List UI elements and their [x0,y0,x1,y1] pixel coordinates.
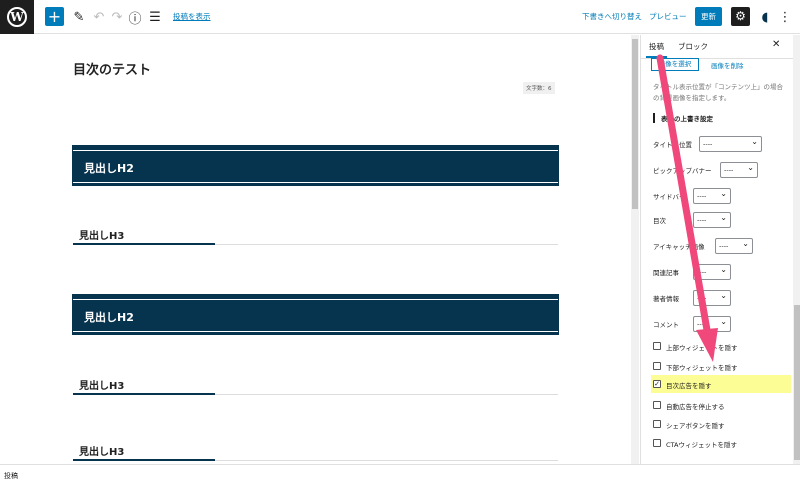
related-posts-select[interactable]: ---- [693,263,731,280]
tab-post[interactable]: 投稿 [646,41,667,58]
list-view-icon[interactable]: ☰ [146,8,164,26]
breadcrumb[interactable]: 投稿 [4,471,18,481]
sidebar-tabs: 投稿 ブロック ✕ [641,35,793,59]
checkmark-icon[interactable]: ✓ [653,380,661,388]
plugin-icon[interactable]: ◖ [756,8,774,26]
toc-select[interactable]: ---- [693,211,731,228]
checkbox-icon[interactable] [653,420,661,428]
heading-text: 見出しH3 [79,231,125,242]
word-count-badge: 文字数：6 [523,82,555,94]
heading-h2-block[interactable]: 見出しH2 [72,145,559,186]
checkbox-icon[interactable] [653,401,661,409]
sidebar-select[interactable]: ---- [693,187,731,204]
preview-button[interactable]: プレビュー [649,11,687,22]
sidebar-scrollbar[interactable] [793,35,800,464]
redo-icon[interactable]: ↷ [108,8,126,26]
heading-text: 見出しH3 [79,447,125,458]
heading-h3-block[interactable]: 見出しH3 [73,225,558,245]
title-position-select[interactable]: ---- [699,135,762,152]
checkbox-hide-bottom-widget[interactable]: 下部ウィジェットを隠す [653,360,793,374]
checkbox-stop-auto-ads[interactable]: 自動広告を停止する [653,399,793,413]
checkbox-icon[interactable] [653,342,661,350]
heading-text: 見出しH2 [84,162,134,175]
editor-canvas: 目次のテスト 文字数：6 見出しH2 見出しH3 見出しH2 見出しH3 見出し… [0,35,631,464]
comment-select[interactable]: ---- [693,315,731,332]
more-options-icon[interactable]: ⋮ [776,8,794,26]
tab-block[interactable]: ブロック [678,41,708,52]
checkbox-hide-share[interactable]: シェアボタンを隠す [653,418,793,432]
close-icon[interactable]: ✕ [772,39,780,50]
delete-image-button[interactable]: 画像を削除 [711,60,744,70]
heading-text: 見出しH2 [84,311,134,324]
status-footer: 投稿 [0,464,800,486]
wordpress-logo-icon[interactable]: W [0,0,34,34]
help-text: タイトル表示位置が「コンテンツ上」の場合の背景画像を指定します。 [653,83,783,102]
checkbox-hide-top-widget[interactable]: 上部ウィジェットを隠す [653,340,793,354]
checkbox-hide-cta[interactable]: CTAウィジェットを隠す [653,437,793,451]
block-editor: W + ✎ ↶ ↷ ⓘ ☰ 投稿を表示 下書きへ切り替え プレビュー 更新 ⚙ … [0,0,800,486]
eyecatch-select[interactable]: ---- [715,237,753,254]
checkbox-icon[interactable] [653,362,661,370]
view-post-link[interactable]: 投稿を表示 [173,11,211,22]
pencil-icon[interactable]: ✎ [70,8,88,26]
settings-gear-icon[interactable]: ⚙ [731,7,750,26]
post-title[interactable]: 目次のテスト [73,59,151,78]
add-block-button[interactable]: + [45,7,64,26]
heading-h2-block[interactable]: 見出しH2 [72,294,559,335]
select-image-button[interactable]: 画像を選択 [651,58,699,71]
section-heading: 表示の上書き設定 [653,113,713,123]
undo-icon[interactable]: ↶ [90,8,108,26]
settings-sidebar: 投稿 ブロック ✕ 画像を選択 画像を削除 タイトル表示位置が「コンテンツ上」の… [640,35,800,464]
update-button[interactable]: 更新 [695,7,722,26]
author-info-select[interactable]: ---- [693,289,731,306]
switch-to-draft-button[interactable]: 下書きへ切り替え [582,11,642,22]
heading-text: 見出しH3 [79,381,125,392]
heading-h3-block[interactable]: 見出しH3 [73,375,558,395]
editor-toolbar: W + ✎ ↶ ↷ ⓘ ☰ 投稿を表示 下書きへ切り替え プレビュー 更新 ⚙ … [0,0,800,34]
editor-scrollbar[interactable] [631,35,639,464]
info-icon[interactable]: ⓘ [126,8,144,27]
pickup-banner-select[interactable]: ---- [720,161,758,178]
heading-h3-block[interactable]: 見出しH3 [73,441,558,461]
checkbox-icon[interactable] [653,439,661,447]
checkbox-hide-toc-ad[interactable]: ✓ 目次広告を隠す [651,375,791,393]
